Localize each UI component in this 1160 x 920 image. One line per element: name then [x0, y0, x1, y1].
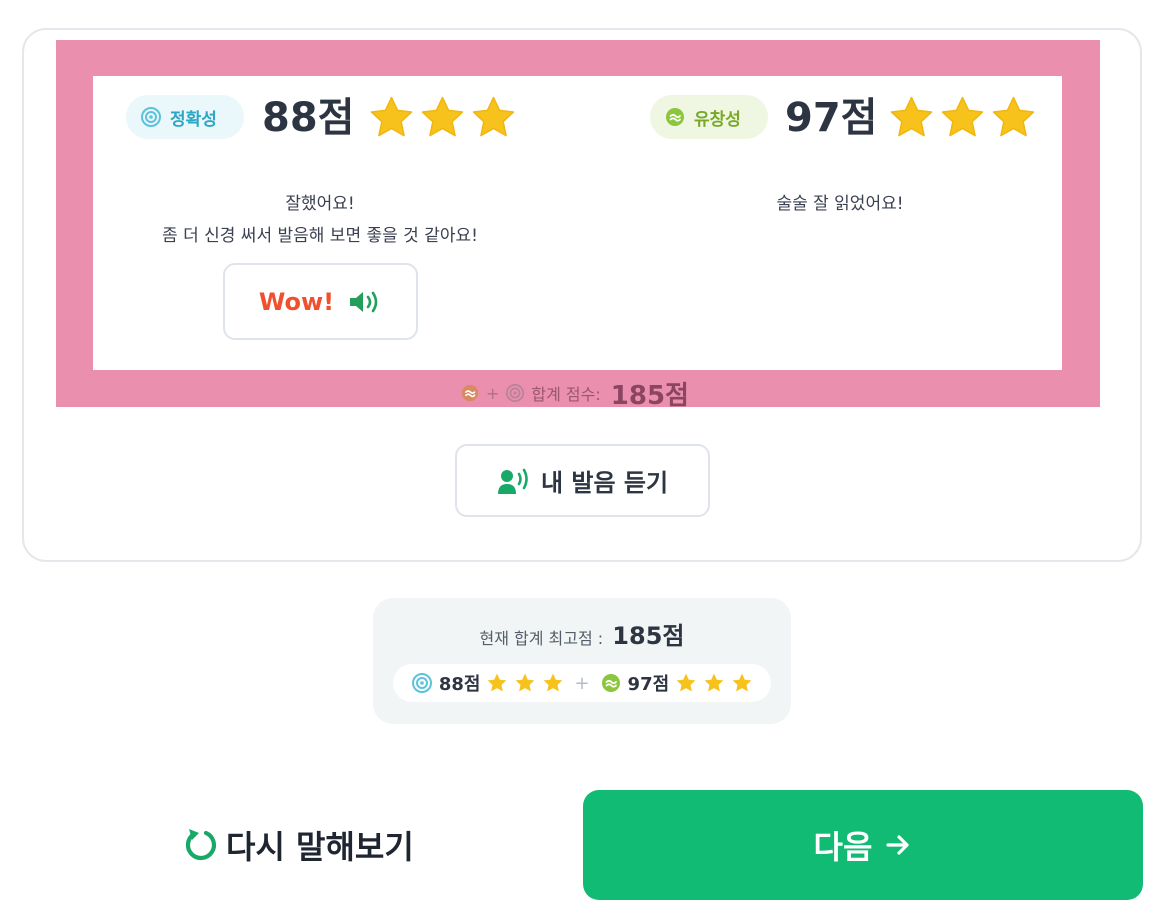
- plus-sign: +: [574, 672, 590, 694]
- star-icon: [370, 96, 413, 137]
- total-value: 185점: [610, 380, 689, 411]
- retry-button[interactable]: 다시 말해보기: [180, 815, 440, 875]
- star-icon: [472, 96, 515, 137]
- chat-bubble-icon: [601, 674, 620, 692]
- star-icon: [704, 673, 724, 692]
- speaker-icon: [350, 291, 378, 312]
- star-icon: [676, 673, 696, 692]
- user-voice-icon: [497, 468, 528, 494]
- best-score-breakdown: 88점 + 97점: [393, 664, 771, 702]
- arrow-right-icon: [886, 835, 910, 855]
- next-label: 다음: [813, 828, 873, 866]
- total-score: + 합계 점수: 185점: [460, 378, 689, 411]
- star-icon: [544, 673, 563, 692]
- next-button[interactable]: 다음: [583, 790, 1143, 900]
- star-icon: [732, 673, 752, 692]
- best-score-label: 현재 합계 최고점 :: [479, 629, 604, 648]
- star-icon: [516, 673, 535, 692]
- fluency-score: 97점: [785, 95, 878, 141]
- accuracy-stars: [368, 94, 517, 141]
- accuracy-badge: 정확성: [126, 95, 244, 139]
- retry-label: 다시 말해보기: [226, 828, 414, 866]
- target-icon: [141, 107, 161, 127]
- star-icon: [941, 96, 984, 137]
- star-icon: [488, 673, 507, 692]
- fluency-feedback: 술술 잘 읽었어요!: [776, 194, 904, 214]
- star-icon: [890, 96, 933, 137]
- best-fluency-score: 97점: [627, 674, 670, 695]
- total-label: 합계 점수:: [531, 385, 601, 404]
- wow-sound-button[interactable]: Wow!: [223, 263, 418, 340]
- best-score-box: 현재 합계 최고점 : 185점 88점 + 97점: [373, 598, 791, 724]
- listen-my-pronunciation-button[interactable]: 내 발음 듣기: [455, 444, 710, 517]
- best-score-title: 현재 합계 최고점 : 185점: [373, 616, 791, 651]
- target-icon: [411, 673, 432, 693]
- fluency-badge: 유창성: [650, 95, 768, 139]
- wow-label: Wow!: [258, 287, 335, 316]
- listen-label: 내 발음 듣기: [540, 469, 669, 497]
- retry-icon: [185, 829, 217, 861]
- chat-bubble-icon: [666, 108, 684, 126]
- target-icon: [506, 383, 525, 403]
- fluency-label: 유창성: [694, 109, 741, 130]
- best-accuracy-score: 88점: [438, 674, 481, 695]
- plus-sign: +: [486, 383, 500, 403]
- accuracy-feedback-line1: 잘했어요!: [285, 194, 355, 214]
- accuracy-label: 정확성: [170, 109, 217, 130]
- accuracy-score: 88점: [262, 95, 355, 141]
- best-score-value: 185점: [612, 622, 685, 650]
- star-icon: [992, 96, 1035, 137]
- fluency-stars: [888, 94, 1037, 141]
- accuracy-feedback: 잘했어요! 좀 더 신경 써서 발음해 보면 좋을 것 같아요!: [110, 188, 530, 252]
- star-icon: [421, 96, 464, 137]
- chat-bubble-icon: [461, 384, 479, 402]
- accuracy-feedback-line2: 좀 더 신경 써서 발음해 보면 좋을 것 같아요!: [162, 226, 478, 246]
